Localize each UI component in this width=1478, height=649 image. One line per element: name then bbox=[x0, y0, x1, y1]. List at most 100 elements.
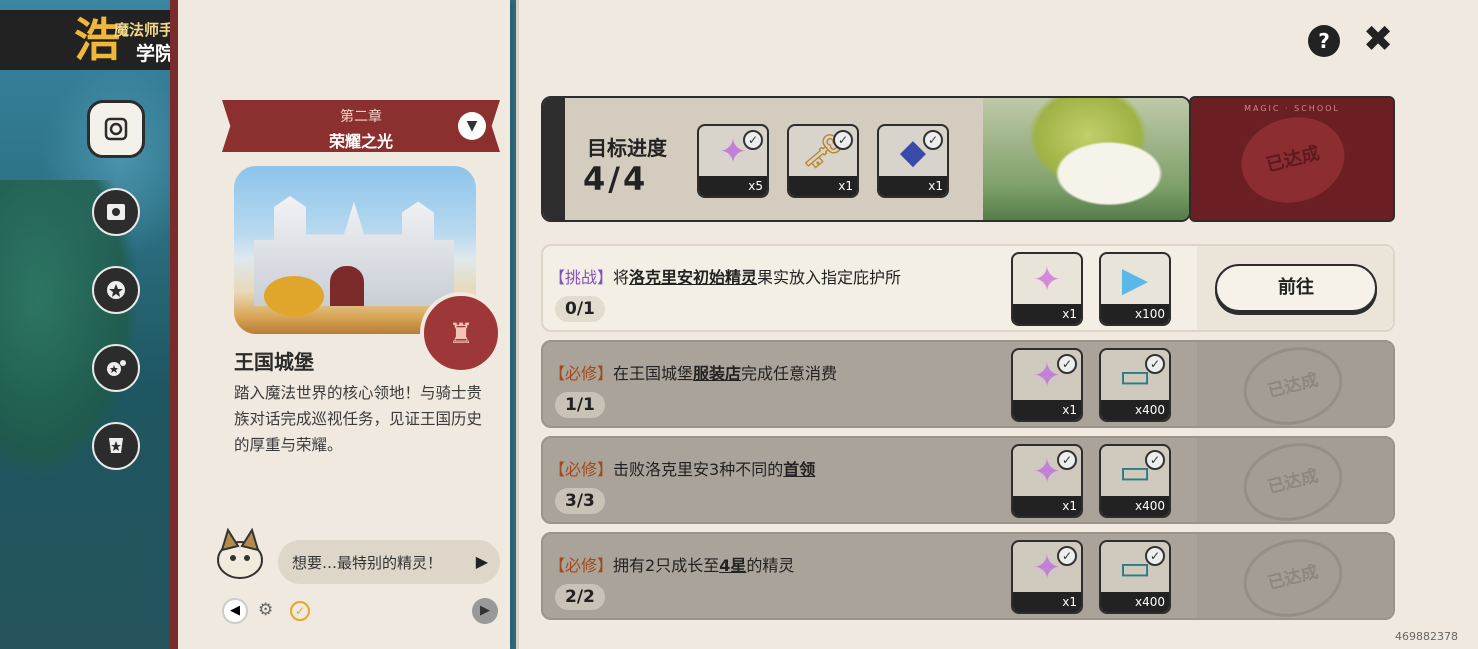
task-keyword-link[interactable]: 洛克里安初始精灵 bbox=[629, 268, 757, 287]
chapter-page: 第二章 荣耀之光 ▼ ♜ 王国城堡 踏入魔法世界的核心领地！与骑士贵族对话完成巡… bbox=[170, 0, 510, 649]
check-icon: ✓ bbox=[833, 130, 853, 150]
reward-item[interactable]: 🗝 x1 ✓ bbox=[787, 124, 859, 198]
reward-quantity: x400 bbox=[1101, 400, 1169, 420]
check-icon: ✓ bbox=[743, 130, 763, 150]
reward-quantity: x1 bbox=[1013, 400, 1081, 420]
assignment-icon bbox=[104, 117, 128, 141]
completed-stamp: 已达成 bbox=[1232, 106, 1354, 214]
task-keyword-link[interactable]: 服装店 bbox=[693, 364, 741, 383]
sidebar-item-achievements[interactable] bbox=[92, 422, 140, 470]
paw-star-icon bbox=[107, 360, 126, 376]
reward-quantity: x1 bbox=[879, 176, 947, 196]
check-circle-icon[interactable]: ✓ bbox=[290, 601, 310, 621]
task-count: 3/3 bbox=[555, 488, 605, 514]
sidebar-item-battle[interactable] bbox=[92, 188, 140, 236]
task-count: 2/2 bbox=[555, 584, 605, 610]
reward-item[interactable]: ✦ x1 ✓ bbox=[1011, 540, 1083, 614]
task-text: 果实放入指定庇护所 bbox=[757, 268, 902, 287]
reward-item[interactable]: ◆ x1 ✓ bbox=[877, 124, 949, 198]
reward-item[interactable]: ✦ x1 ✓ bbox=[1011, 444, 1083, 518]
task-count: 0/1 bbox=[555, 296, 605, 322]
location-title: 王国城堡 bbox=[234, 350, 314, 374]
sidebar-item-badges[interactable] bbox=[92, 266, 140, 314]
mascot-icon bbox=[217, 527, 263, 579]
check-icon: ✓ bbox=[923, 130, 943, 150]
sidebar-item-assignment[interactable] bbox=[87, 100, 145, 158]
reward-icon: ✦ bbox=[1032, 260, 1062, 300]
task-description: 【必修】击败洛克里安3种不同的首领 bbox=[549, 456, 815, 480]
close-button[interactable]: ✖ bbox=[1363, 20, 1399, 60]
task-status: 已达成 bbox=[1197, 433, 1393, 531]
task-keyword-link[interactable]: 首领 bbox=[783, 460, 815, 479]
task-tag: 【必修】 bbox=[549, 556, 614, 575]
completed-stamp: 已达成 bbox=[1235, 433, 1351, 531]
task-rewards: ✦ x1 ▶ x100 bbox=[1011, 252, 1171, 326]
goal-stamp-panel: MAGIC · SCHOOL 已达成 bbox=[1189, 96, 1395, 222]
task-text: 击败洛克里安3种不同的 bbox=[613, 460, 784, 479]
task-rewards: ✦ x1 ✓ ▭ x400 ✓ bbox=[1011, 444, 1171, 518]
task-keyword-link[interactable]: 4星 bbox=[719, 556, 746, 575]
reward-quantity: x1 bbox=[1013, 592, 1081, 612]
reward-item[interactable]: ▶ x100 bbox=[1099, 252, 1171, 326]
check-icon: ✓ bbox=[1145, 546, 1165, 566]
reward-quantity: x1 bbox=[1013, 496, 1081, 516]
check-icon: ✓ bbox=[1145, 354, 1165, 374]
reward-item[interactable]: ▭ x400 ✓ bbox=[1099, 444, 1171, 518]
next-page-button[interactable]: ▶ bbox=[472, 598, 498, 624]
reward-item[interactable]: ✦ x5 ✓ bbox=[697, 124, 769, 198]
goal-progress: 4/4 bbox=[583, 160, 649, 198]
check-icon: ✓ bbox=[1057, 354, 1077, 374]
task-tag: 【必修】 bbox=[549, 460, 614, 479]
task-text: 完成任意消费 bbox=[741, 364, 838, 383]
sidebar bbox=[86, 100, 146, 500]
completed-stamp: 已达成 bbox=[1235, 529, 1351, 627]
task-text: 在王国城堡 bbox=[613, 364, 694, 383]
reward-quantity: x5 bbox=[699, 176, 767, 196]
task-status: 前往 bbox=[1197, 246, 1393, 330]
help-button[interactable]: ? bbox=[1308, 25, 1340, 57]
dialogue-text: 想要…最特别的精灵！ bbox=[292, 553, 443, 572]
play-icon[interactable]: ▶ bbox=[476, 552, 488, 571]
reward-item[interactable]: ✦ x1 bbox=[1011, 252, 1083, 326]
golden-tree bbox=[264, 276, 324, 316]
task-description: 【挑战】将洛克里安初始精灵果实放入指定庇护所 bbox=[549, 264, 901, 288]
task-rewards: ✦ x1 ✓ ▭ x400 ✓ bbox=[1011, 540, 1171, 614]
check-icon: ✓ bbox=[1057, 450, 1077, 470]
fist-card-icon bbox=[107, 204, 125, 220]
check-icon: ✓ bbox=[1057, 546, 1077, 566]
task-row: 【必修】击败洛克里安3种不同的首领 3/3 ✦ x1 ✓ ▭ x400 ✓ 已达成 bbox=[541, 433, 1395, 531]
dialogue-bubble[interactable]: 想要…最特别的精灵！ ▶ bbox=[278, 540, 500, 584]
chevron-down-icon[interactable]: ▼ bbox=[458, 112, 486, 140]
castle-door bbox=[330, 266, 364, 306]
user-id: 469882378 bbox=[1395, 630, 1458, 643]
reward-quantity: x400 bbox=[1101, 592, 1169, 612]
task-page: ? ✖ 目标进度 4/4 ✦ x5 ✓ 🗝 x1 ✓ ◆ x1 ✓ MAGIC · SCHOOL… bbox=[516, 0, 1478, 649]
prev-page-button[interactable]: ◀ bbox=[222, 598, 248, 624]
check-icon: ✓ bbox=[1145, 450, 1165, 470]
castle-seal-icon: ♜ bbox=[420, 292, 502, 374]
gear-check-icon[interactable]: ⚙ bbox=[258, 600, 280, 622]
star-badge-icon bbox=[107, 281, 125, 299]
task-row: 【挑战】将洛克里安初始精灵果实放入指定庇护所 0/1 ✦ x1 ▶ x100 前往 bbox=[541, 244, 1395, 332]
reward-item[interactable]: ▭ x400 ✓ bbox=[1099, 540, 1171, 614]
task-description: 【必修】在王国城堡服装店完成任意消费 bbox=[549, 360, 837, 384]
completed-stamp: 已达成 bbox=[1235, 337, 1351, 435]
creature-illustration bbox=[983, 98, 1189, 220]
go-button[interactable]: 前往 bbox=[1215, 264, 1377, 312]
task-row: 【必修】在王国城堡服装店完成任意消费 1/1 ✦ x1 ✓ ▭ x400 ✓ 已达成 bbox=[541, 337, 1395, 435]
chapter-banner[interactable]: 第二章 荣耀之光 ▼ bbox=[222, 100, 500, 152]
task-text: 的精灵 bbox=[746, 556, 795, 575]
reward-item[interactable]: ✦ x1 ✓ bbox=[1011, 348, 1083, 422]
sidebar-item-pets[interactable] bbox=[92, 344, 140, 392]
task-status: 已达成 bbox=[1197, 337, 1393, 435]
reward-quantity: x400 bbox=[1101, 496, 1169, 516]
goal-rewards: ✦ x5 ✓ 🗝 x1 ✓ ◆ x1 ✓ bbox=[697, 124, 949, 198]
task-status: 已达成 bbox=[1197, 529, 1393, 627]
task-count: 1/1 bbox=[555, 392, 605, 418]
task-tag: 【挑战】 bbox=[549, 268, 614, 287]
reward-item[interactable]: ▭ x400 ✓ bbox=[1099, 348, 1171, 422]
task-rewards: ✦ x1 ✓ ▭ x400 ✓ bbox=[1011, 348, 1171, 422]
goal-side-strip bbox=[543, 98, 565, 220]
goal-label: 目标进度 bbox=[587, 136, 667, 160]
task-text: 将 bbox=[613, 268, 630, 287]
